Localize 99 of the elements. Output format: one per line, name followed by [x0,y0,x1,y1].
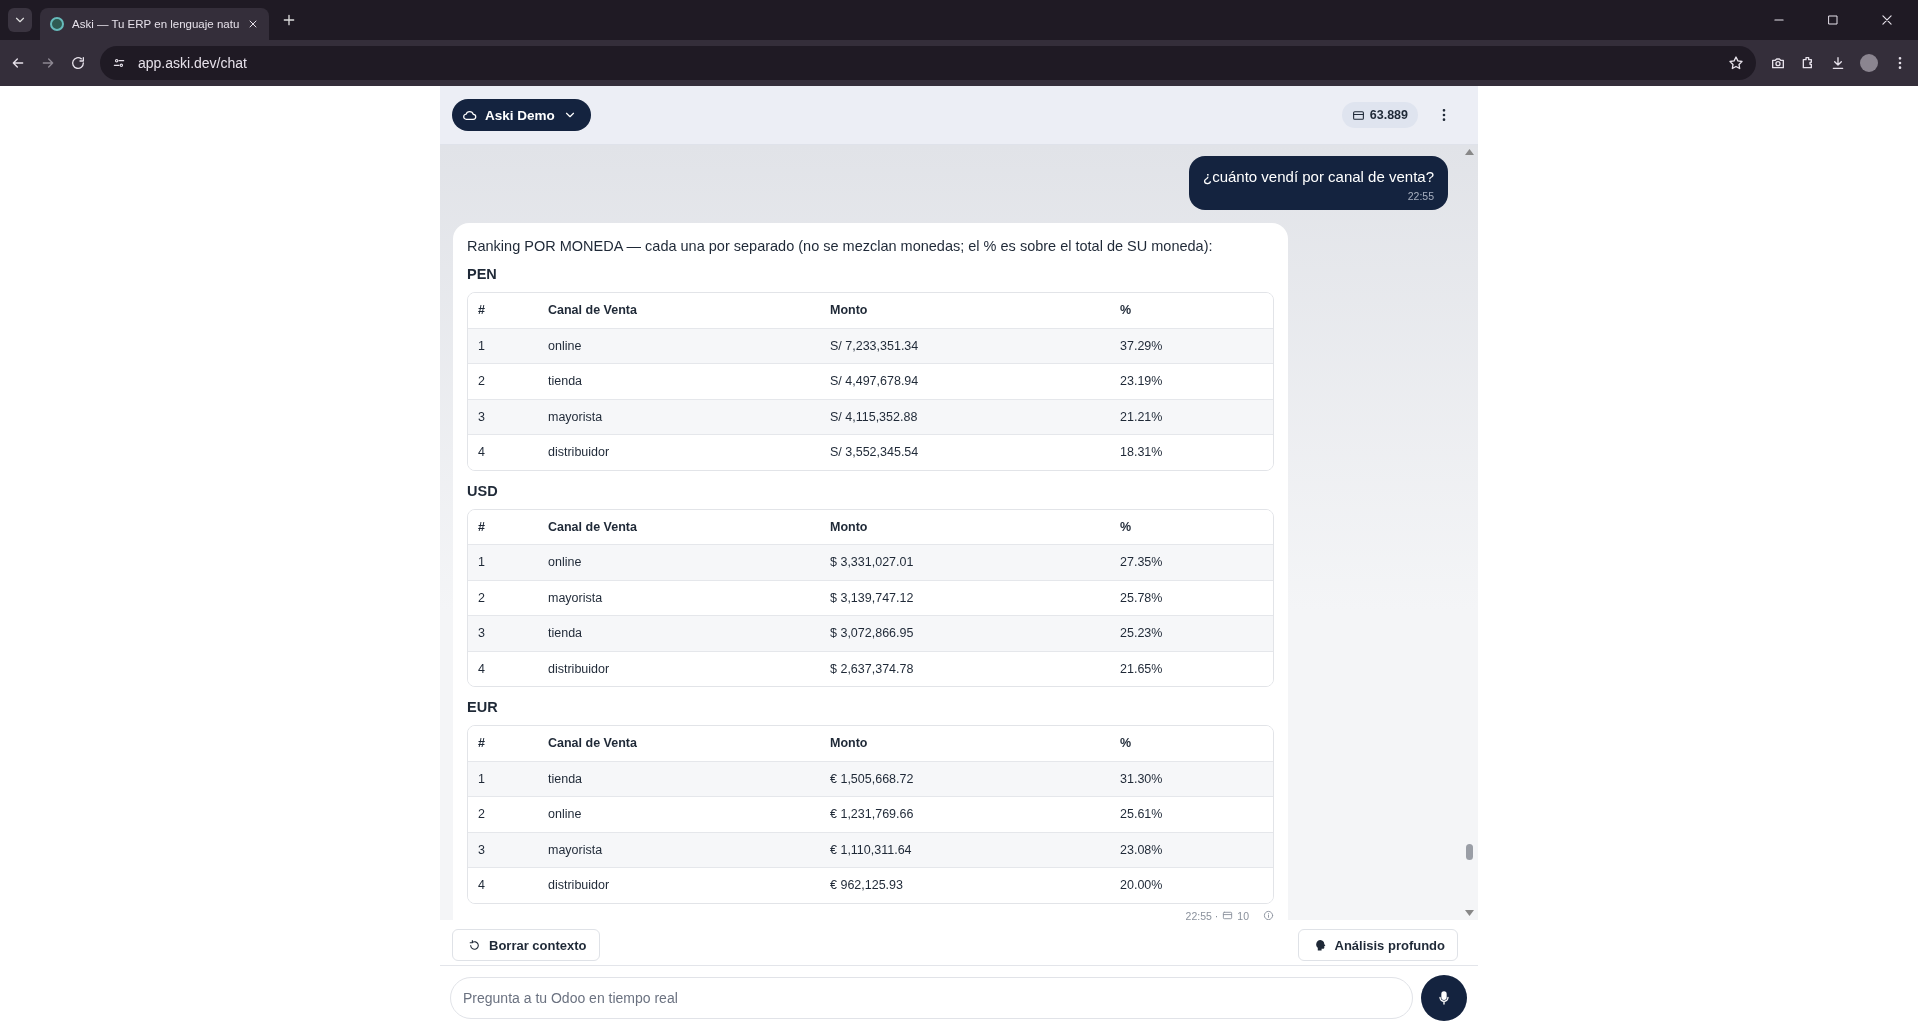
currency-heading: EUR [467,699,499,715]
column-header: % [1120,303,1133,318]
column-header: Canal de Venta [548,519,638,534]
reset-icon [468,938,481,952]
table-cell-text: 2 [478,374,486,389]
table-cell-text: 4 [478,878,486,893]
table-cell-text: 20.00% [1120,878,1164,893]
table-cell-text: 1 [478,338,486,353]
currency-heading: USD [467,482,499,499]
table-cell-text: 3 [478,626,486,641]
message-input[interactable]: Pregunta a tu Odoo en tiempo real [450,977,1413,1019]
column-header: Canal de Venta [548,736,638,751]
table-cell-text: 21.65% [1120,661,1164,676]
message-time: 22:55 · [1185,909,1219,920]
table-cell-text: 25.61% [1120,807,1164,822]
column-header: Canal de Venta [548,303,638,318]
table-cell-text: $ 3,139,747.12 [830,590,915,605]
table-cell-text: S/ 7,233,351.34 [830,338,920,353]
tab-title: Aski — Tu ERP en lenguaje natu [72,18,240,30]
table-cell-text: distribuidor [548,661,611,676]
table-cell-text: mayorista [548,409,604,424]
address-bar[interactable]: app.aski.dev/chat [100,46,1756,80]
table-cell-text: mayorista [548,590,604,605]
column-header: Monto [830,303,869,318]
workspace-name: Aski Demo [485,107,555,123]
table-cell-text: $ 3,331,027.01 [830,555,915,570]
table-cell-text: 23.19% [1120,374,1164,389]
column-header: Monto [830,519,869,534]
table-cell-text: 2 [478,807,486,822]
reload-icon[interactable] [70,55,86,71]
table-cell-text: online [548,555,583,570]
table-cell-text: S/ 4,115,352.88 [830,409,919,424]
table-cell-text: 31.30% [1120,771,1164,786]
maximize-icon [1827,14,1839,26]
scroll-down-icon[interactable] [1464,910,1474,916]
table-cell-text: 37.29% [1120,338,1164,353]
clear-context-button[interactable]: Borrar contexto [452,929,600,961]
table-cell-text: distribuidor [548,445,611,460]
message-text: ¿cuánto vendí por canal de venta? [1203,168,1434,185]
close-icon [1880,13,1894,27]
scroll-up-icon[interactable] [1464,149,1474,155]
column-header: # [478,519,486,534]
column-header: % [1120,736,1133,751]
table-cell-text: 18.31% [1120,445,1164,460]
info-icon[interactable] [1263,910,1274,920]
table-cell-text: 27.35% [1120,555,1164,570]
scrollbar-thumb[interactable] [1465,844,1473,860]
forward-icon[interactable] [40,55,56,71]
table-cell-text: 25.78% [1120,590,1164,605]
table-cell-text: 25.23% [1120,626,1164,641]
message-time: 22:55 [1407,190,1434,202]
table-cell-text: S/ 4,497,678.94 [830,374,920,389]
card-icon [1351,108,1365,122]
table-cell-text: distribuidor [548,878,611,893]
table-cell-text: tienda [548,771,584,786]
table-cell-text: € 1,110,311.64 [830,842,913,857]
camera-icon[interactable] [1770,55,1786,71]
column-header: Monto [830,736,869,751]
table-cell-text: tienda [548,374,584,389]
currency-heading: PEN [467,266,498,282]
site-settings-icon [112,56,126,70]
card-icon [1222,910,1234,920]
table-cell-text: 4 [478,445,486,460]
table-cell-text: tienda [548,626,584,641]
table-cell-text: 2 [478,590,486,605]
column-header: # [478,736,486,751]
star-icon[interactable] [1728,55,1744,71]
profile-avatar[interactable] [1860,54,1878,72]
message-text: Ranking POR MONEDA — cada una por separado (no se mezclan monedas; el % es sobre el total de SU moneda): [467,238,1214,254]
table-cell-text: $ 2,637,374.78 [830,661,915,676]
table-cell-text: 21.21% [1120,409,1164,424]
back-icon[interactable] [10,55,26,71]
site-icon [50,17,64,31]
column-header: # [478,303,486,318]
table-cell-text: 3 [478,409,486,424]
table-cell-text: 4 [478,661,486,676]
credits-count: 63.889 [1369,108,1408,122]
table-cell-text: € 962,125.93 [830,878,904,893]
table-cell-text: 1 [478,771,486,786]
workspace-selector[interactable]: Aski Demo [452,99,591,131]
table-cell-text: 1 [478,555,486,570]
table-cell-text: € 1,505,668.72 [830,771,915,786]
download-icon[interactable] [1830,55,1846,71]
table-cell-text: 23.08% [1120,842,1164,857]
token-count: 10 [1237,909,1249,920]
microphone-icon [1436,990,1452,1006]
deep-analysis-button[interactable]: Análisis profundo [1297,929,1458,961]
table-cell-text: mayorista [548,842,604,857]
table-cell-text: S/ 3,552,345.54 [830,445,920,460]
table-cell-text: € 1,231,769.66 [830,807,915,822]
table-cell-text: online [548,807,583,822]
column-header: % [1120,519,1133,534]
microphone-button[interactable] [1421,975,1467,1021]
table-cell-text: online [548,338,583,353]
table-cell-text: 3 [478,842,486,857]
table-cell-text: $ 3,072,866.95 [830,626,915,641]
url-text: app.aski.dev/chat [138,55,247,71]
browser-tab[interactable]: Aski — Tu ERP en lenguaje natu [40,8,270,40]
tab-list-button[interactable] [8,8,32,32]
